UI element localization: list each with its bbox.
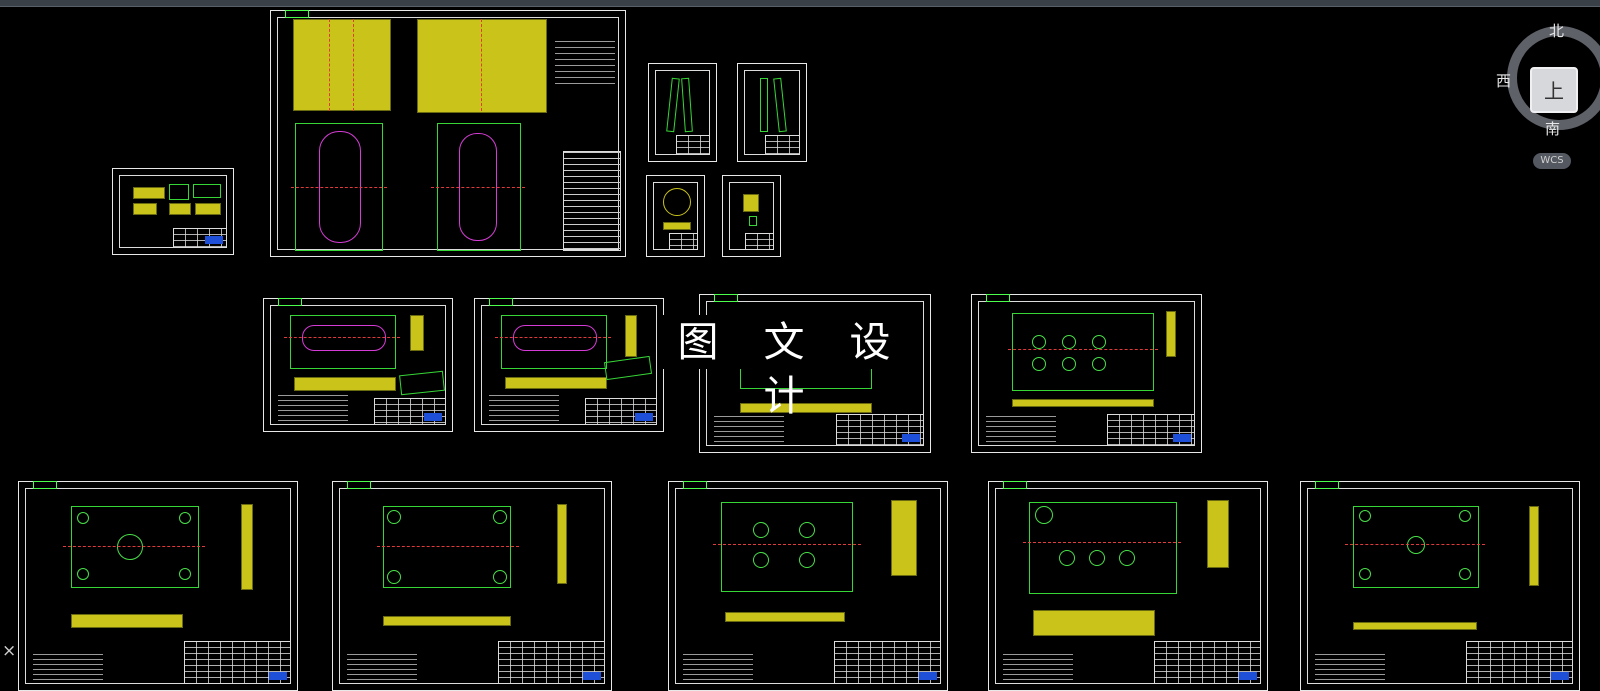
drawing-sheet-part-3[interactable]	[646, 175, 705, 257]
viewcube-navigation[interactable]: 北 西 南 上 WCS	[1496, 16, 1600, 176]
compass-south-label[interactable]: 南	[1545, 118, 1560, 139]
bom-table	[563, 151, 621, 251]
watermark-text: 图 文 设 计	[658, 315, 912, 420]
close-icon[interactable]: ×	[2, 641, 16, 661]
window-top-bar	[0, 0, 1600, 7]
part-view	[133, 187, 165, 199]
assembly-section-view	[293, 19, 391, 111]
drawing-sheet-core-plate[interactable]	[474, 298, 664, 432]
compass-north-label[interactable]: 北	[1549, 20, 1564, 41]
drawing-sheet-plate-b[interactable]	[971, 294, 1202, 453]
drawing-sheet-plate-c[interactable]	[18, 481, 298, 691]
drawing-sheet-product[interactable]	[112, 168, 234, 255]
drawing-sheet-plate-f[interactable]	[988, 481, 1268, 691]
drawing-sheet-part-1[interactable]	[648, 63, 717, 162]
technical-notes	[555, 41, 615, 87]
drawing-sheet-part-4[interactable]	[722, 175, 781, 257]
drawing-sheet-part-2[interactable]	[737, 63, 807, 162]
drawing-sheet-plate-d[interactable]	[332, 481, 612, 691]
drawing-sheet-plate-e[interactable]	[668, 481, 948, 691]
drawing-sheet-cavity-plate[interactable]	[263, 298, 453, 432]
drawing-sheet-assembly[interactable]	[270, 10, 626, 257]
wcs-menu-button[interactable]: WCS	[1533, 153, 1571, 169]
assembly-side-view	[417, 19, 547, 113]
viewcube-top-face-button[interactable]: 上	[1530, 67, 1578, 113]
drawing-sheet-plate-g[interactable]	[1300, 481, 1580, 691]
compass-west-label[interactable]: 西	[1496, 70, 1511, 91]
